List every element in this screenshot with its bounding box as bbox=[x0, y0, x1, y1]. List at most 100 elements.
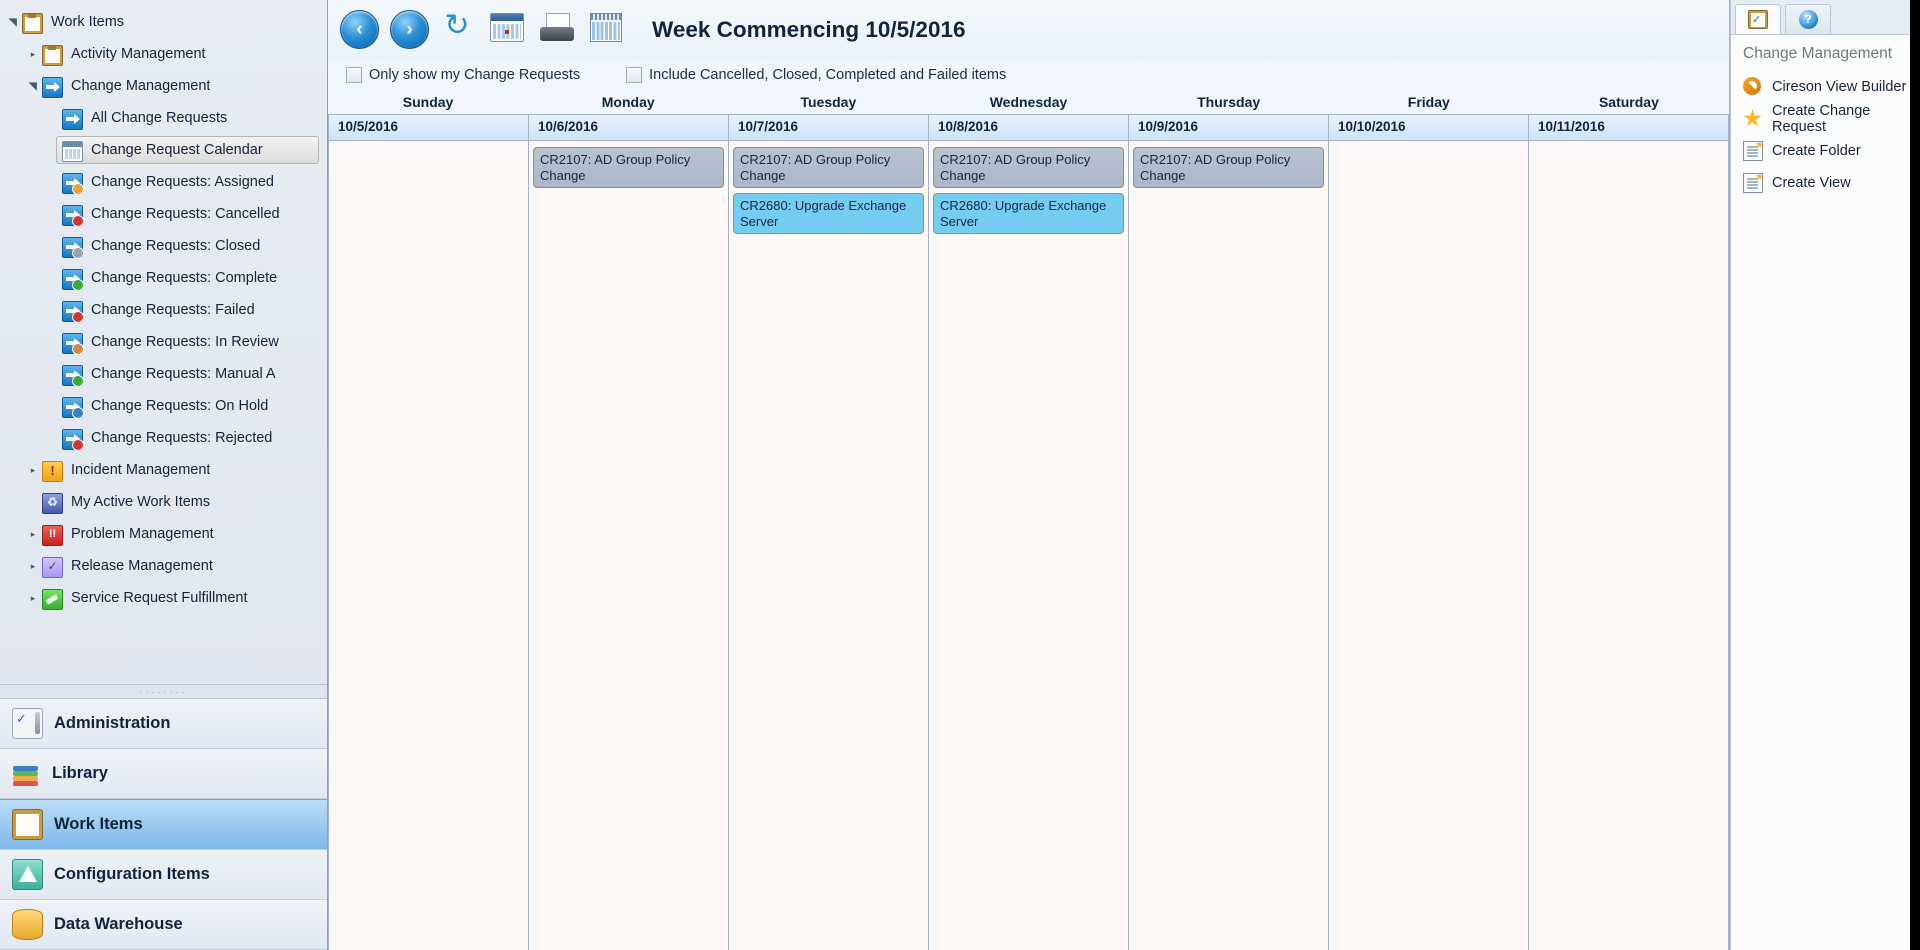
tree-item-label: Change Requests: In Review bbox=[91, 334, 279, 350]
expand-arrow-right-icon[interactable]: ▸ bbox=[24, 49, 42, 59]
task-cireson-view-builder[interactable]: Cireson View Builder▸ bbox=[1731, 71, 1920, 103]
tree-item-label: Change Requests: On Hold bbox=[91, 398, 269, 414]
clipboard-icon bbox=[42, 44, 63, 66]
tree-item-release-management[interactable]: ▸ Release Management bbox=[0, 550, 327, 582]
calendar-event[interactable]: CR2107: AD Group Policy Change bbox=[1133, 147, 1324, 188]
day-column[interactable]: CR2107: AD Group Policy Change bbox=[1129, 141, 1329, 950]
next-week-button[interactable]: › bbox=[390, 10, 430, 50]
tree-item-icon bbox=[62, 364, 84, 387]
tree-item-icon bbox=[62, 396, 84, 419]
tree-item-change-requests-manual-a[interactable]: Change Requests: Manual A bbox=[0, 358, 327, 390]
status-badge bbox=[72, 246, 84, 259]
calendar-event[interactable]: CR2107: AD Group Policy Change bbox=[533, 147, 724, 188]
filter-checkbox-only-my-change-requests[interactable]: Only show my Change Requests bbox=[346, 67, 580, 83]
task-create-view[interactable]: Create View bbox=[1731, 167, 1920, 199]
wunderbar[interactable]: Administration Library Work Items Configura… bbox=[0, 698, 327, 950]
day-column[interactable] bbox=[1529, 141, 1729, 950]
date-header-row: 10/5/2016 10/6/2016 10/7/2016 10/8/2016 10/9… bbox=[328, 114, 1729, 141]
printer-body bbox=[540, 27, 574, 41]
tree-item-activity-management[interactable]: ▸ Activity Management bbox=[0, 38, 327, 70]
checkbox-box[interactable] bbox=[346, 67, 362, 83]
status-badge bbox=[72, 374, 84, 387]
tree-item-label: Problem Management bbox=[71, 526, 214, 542]
refresh-button[interactable]: ↻ bbox=[440, 10, 480, 50]
wunderbar-item-administration[interactable]: Administration bbox=[0, 699, 327, 749]
task-create-folder[interactable]: Create Folder bbox=[1731, 135, 1920, 167]
tree-item-all-change-requests[interactable]: All Change Requests bbox=[0, 102, 327, 134]
tree-item-change-requests-on-hold[interactable]: Change Requests: On Hold bbox=[0, 390, 327, 422]
wunderbar-item-label: Data Warehouse bbox=[54, 915, 183, 933]
tree-item-change-management[interactable]: ◢ Change Management bbox=[0, 70, 327, 102]
expand-arrow-right-icon[interactable]: ▸ bbox=[24, 593, 42, 603]
tree-item-label: Change Requests: Cancelled bbox=[91, 206, 280, 222]
day-name-friday: Friday bbox=[1407, 94, 1450, 110]
task-pane-items[interactable]: Cireson View Builder▸Create Change Reque… bbox=[1731, 71, 1920, 199]
expand-arrow-down-icon[interactable]: ◢ bbox=[27, 77, 39, 95]
wunderbar-item-configuration-items[interactable]: Configuration Items bbox=[0, 850, 327, 900]
calendar-picker-icon bbox=[590, 13, 622, 42]
tree-item-change-requests-closed[interactable]: Change Requests: Closed bbox=[0, 230, 327, 262]
calendar-body[interactable]: CR2107: AD Group Policy Change CR2107: AD… bbox=[328, 141, 1729, 950]
day-name-saturday: Saturday bbox=[1598, 94, 1659, 110]
tab-help[interactable]: ? bbox=[1785, 4, 1831, 34]
task-item-label: Cireson View Builder bbox=[1772, 79, 1907, 95]
calendar-event[interactable]: CR2680: Upgrade Exchange Server bbox=[933, 193, 1124, 234]
tree-item-my-active-work-items[interactable]: My Active Work Items bbox=[0, 486, 327, 518]
change-complete-icon bbox=[62, 268, 84, 291]
task-item-icon bbox=[1743, 173, 1763, 193]
clipboard-icon bbox=[22, 12, 43, 34]
calendar-event[interactable]: CR2680: Upgrade Exchange Server bbox=[733, 193, 924, 234]
expand-arrow-down-icon[interactable]: ◢ bbox=[7, 13, 19, 31]
calendar-event[interactable]: CR2107: AD Group Policy Change bbox=[933, 147, 1124, 188]
tree-item-change-requests-in-review[interactable]: Change Requests: In Review bbox=[0, 326, 327, 358]
day-column[interactable]: CR2107: AD Group Policy Change CR2680: Up… bbox=[729, 141, 929, 950]
tree-item-change-requests-cancelled[interactable]: Change Requests: Cancelled bbox=[0, 198, 327, 230]
tree-item-change-requests-rejected[interactable]: Change Requests: Rejected bbox=[0, 422, 327, 454]
wunderbar-item-library[interactable]: Library bbox=[0, 749, 327, 799]
tree-item-icon bbox=[42, 588, 64, 610]
task-create-change-request[interactable]: Create Change Request bbox=[1731, 103, 1920, 135]
today-button[interactable] bbox=[490, 10, 530, 50]
previous-week-button[interactable]: ‹ bbox=[340, 10, 380, 50]
chevron-right-icon: › bbox=[390, 10, 429, 49]
tree-item-change-requests-failed[interactable]: Change Requests: Failed bbox=[0, 294, 327, 326]
tab-tasks[interactable]: ✓ bbox=[1735, 4, 1781, 34]
tree-item-icon bbox=[62, 172, 84, 195]
day-column[interactable] bbox=[1329, 141, 1529, 950]
filter-label: Include Cancelled, Closed, Completed and… bbox=[649, 67, 1007, 83]
checkbox-box[interactable] bbox=[626, 67, 643, 83]
change-assigned-icon bbox=[62, 172, 84, 195]
wunderbar-item-data-warehouse[interactable]: Data Warehouse bbox=[0, 900, 327, 950]
filter-checkbox-include-closed-items[interactable]: Include Cancelled, Closed, Completed and… bbox=[626, 67, 1006, 83]
wunderbar-item-work-items[interactable]: Work Items bbox=[0, 799, 327, 850]
tree-item-service-request-fulfillment[interactable]: ▸ Service Request Fulfillment bbox=[0, 582, 327, 614]
work-items-tree[interactable]: ◢ Work Items ▸ Activity Management ◢ Change M… bbox=[0, 0, 327, 684]
tree-item-label: Incident Management bbox=[71, 462, 211, 478]
tree-item-work-items[interactable]: ◢ Work Items bbox=[0, 6, 327, 38]
star-icon bbox=[1743, 109, 1762, 127]
day-column[interactable]: CR2107: AD Group Policy Change bbox=[529, 141, 729, 950]
tree-item-change-requests-complete[interactable]: Change Requests: Complete bbox=[0, 262, 327, 294]
my-active-icon bbox=[42, 492, 63, 514]
tree-item-change-request-calendar[interactable]: Change Request Calendar bbox=[0, 134, 327, 166]
tree-item-icon bbox=[62, 108, 84, 130]
tree-item-incident-management[interactable]: ▸ Incident Management bbox=[0, 454, 327, 486]
print-button[interactable] bbox=[540, 10, 580, 50]
tree-item-icon bbox=[22, 12, 44, 34]
tree-item-problem-management[interactable]: ▸ Problem Management bbox=[0, 518, 327, 550]
tree-item-icon bbox=[42, 44, 64, 66]
day-column[interactable]: CR2107: AD Group Policy Change CR2680: Up… bbox=[929, 141, 1129, 950]
day-column[interactable] bbox=[328, 141, 529, 950]
status-badge bbox=[72, 214, 84, 227]
pane-resize-grip[interactable]: ········ bbox=[0, 684, 327, 698]
change-manual-icon bbox=[62, 364, 84, 387]
date-picker-button[interactable] bbox=[590, 10, 630, 50]
calendar-event[interactable]: CR2107: AD Group Policy Change bbox=[733, 147, 924, 188]
change-closed-icon bbox=[62, 236, 84, 259]
expand-arrow-right-icon[interactable]: ▸ bbox=[24, 465, 42, 475]
change-arrow-icon bbox=[42, 76, 63, 98]
tree-item-change-requests-assigned[interactable]: Change Requests: Assigned bbox=[0, 166, 327, 198]
calendar-filters: Only show my Change Requests Include Canc… bbox=[328, 60, 1729, 90]
expand-arrow-right-icon[interactable]: ▸ bbox=[24, 529, 42, 539]
expand-arrow-right-icon[interactable]: ▸ bbox=[24, 561, 42, 571]
